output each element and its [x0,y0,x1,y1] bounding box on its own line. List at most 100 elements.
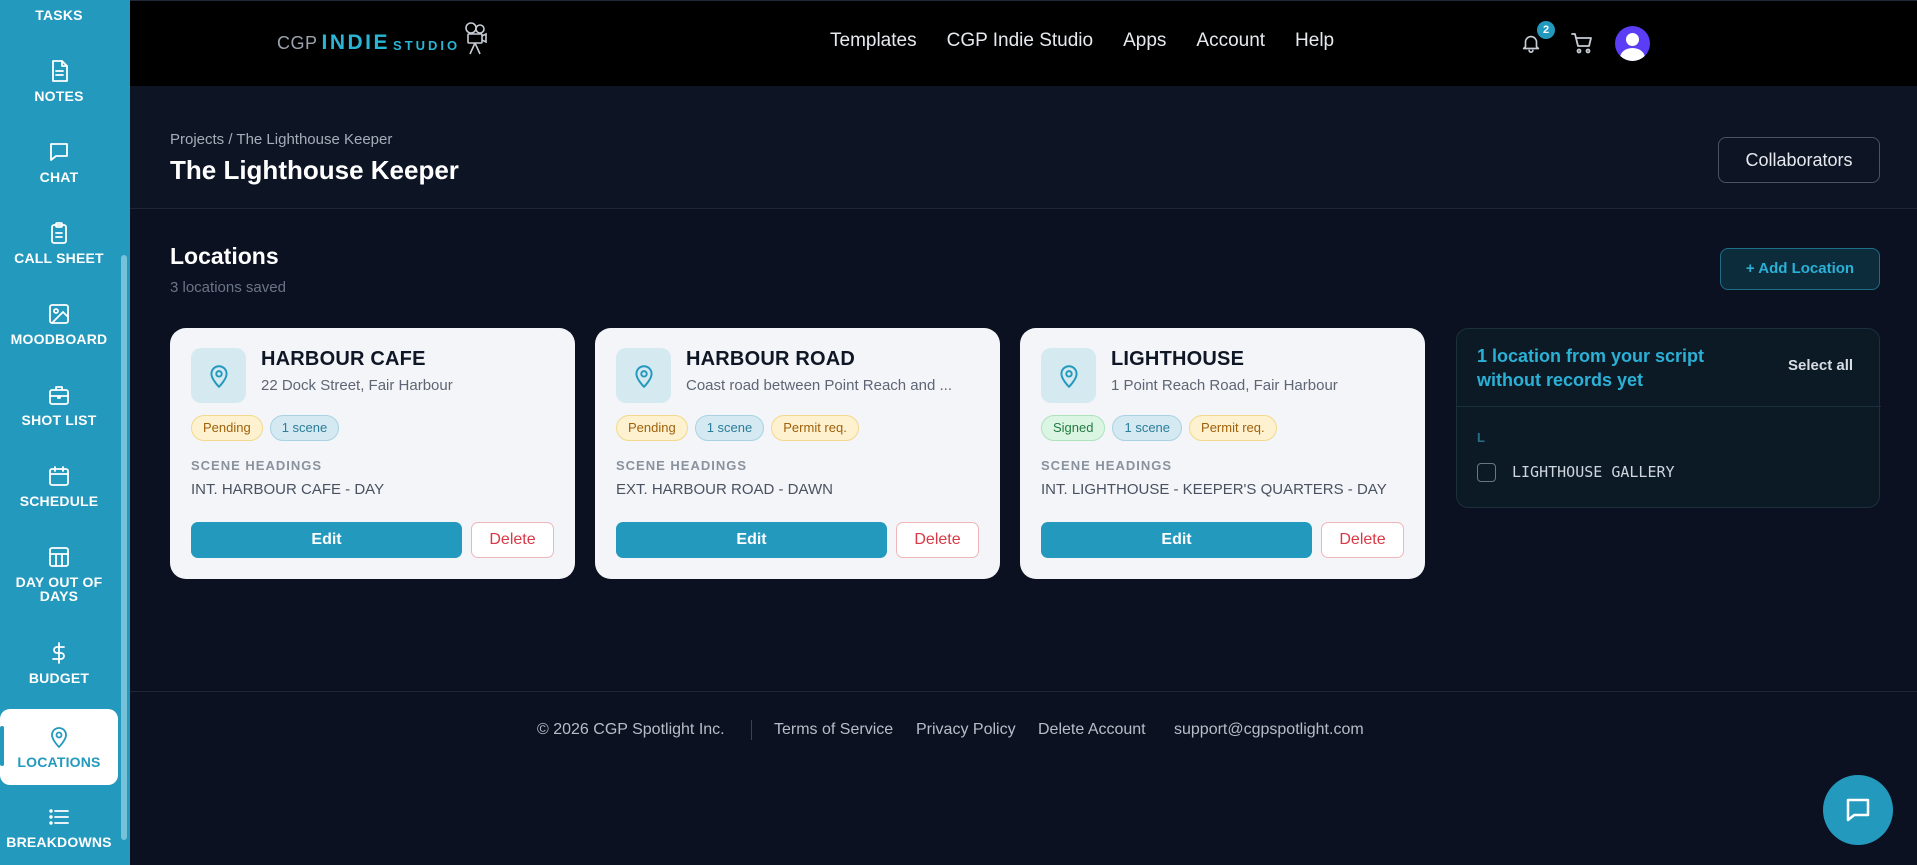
sidebar-item-label: MOODBOARD [10,331,108,347]
script-locations-panel: 1 location from your script without reco… [1456,328,1881,508]
scene-count-badge: 1 scene [694,415,765,441]
page-title: The Lighthouse Keeper [170,155,459,185]
location-card: HARBOUR CAFE 22 Dock Street, Fair Harbou… [170,328,575,579]
sidebar-item-label: SCHEDULE [19,493,99,509]
nav-links: Templates CGP Indie Studio Apps Account … [830,30,1364,52]
scene-heading: EXT. HARBOUR ROAD - DAWN [616,481,833,498]
calendar-icon [49,466,69,486]
divider [1457,406,1881,407]
sidebar: TASKS NOTES CHAT CALL SHEET MOODBOARD SH… [0,0,130,865]
sidebar-item-label: CHAT [39,169,79,185]
nav-link-templates[interactable]: Templates [830,30,917,52]
cart-button[interactable] [1570,31,1594,55]
scene-headings-label: SCENE HEADINGS [616,458,748,473]
avatar-head [1626,33,1639,46]
map-pin-icon [1059,364,1078,388]
footer-link-delete-account[interactable]: Delete Account [1038,721,1146,739]
location-checkbox[interactable] [1477,463,1496,482]
sidebar-item-notes[interactable]: NOTES [0,59,118,103]
briefcase-icon [49,386,69,405]
notification-badge: 2 [1537,21,1555,39]
section-subtitle: 3 locations saved [170,279,286,296]
chat-support-button[interactable] [1823,775,1893,845]
script-location-item[interactable]: LIGHTHOUSE GALLERY [1512,463,1675,481]
location-card-icon [191,348,246,403]
sidebar-item-label: DAY OUT OF DAYS [15,574,103,604]
nav-link-help[interactable]: Help [1295,30,1334,52]
sidebar-item-label: TASKS [35,7,83,23]
edit-button[interactable]: Edit [616,522,887,558]
location-name: LIGHTHOUSE [1111,348,1245,370]
scene-count-badge: 1 scene [1112,415,1183,441]
status-badge: Pending [616,415,688,441]
dollar-icon [52,642,65,664]
tag-list: Pending 1 scene Permit req. [616,415,859,441]
collaborators-button[interactable]: Collaborators [1718,137,1880,183]
tag-list: Pending 1 scene [191,415,340,441]
logo-cgp: CGP [277,32,318,53]
nav-link-apps[interactable]: Apps [1123,30,1166,52]
group-letter: L [1477,430,1485,445]
sidebar-item-call-sheet[interactable]: CALL SHEET [0,221,118,265]
sidebar-item-moodboard[interactable]: MOODBOARD [0,302,118,346]
location-address: 22 Dock Street, Fair Harbour [261,377,453,394]
permit-badge: Permit req. [1189,415,1277,441]
scene-headings-label: SCENE HEADINGS [1041,458,1173,473]
document-icon [52,60,68,82]
delete-button[interactable]: Delete [896,522,979,558]
sidebar-item-chat[interactable]: CHAT [0,140,118,184]
list-icon [49,809,69,825]
scene-headings-label: SCENE HEADINGS [191,458,323,473]
script-panel-title: 1 location from your script without reco… [1477,346,1705,390]
sidebar-item-budget[interactable]: BUDGET [0,641,118,685]
nav-link-cgp-indie-studio[interactable]: CGP Indie Studio [947,30,1093,52]
footer-divider [130,691,1917,692]
location-card: HARBOUR ROAD Coast road between Point Re… [595,328,1000,579]
map-pin-icon [209,364,228,388]
sidebar-item-schedule[interactable]: SCHEDULE [0,464,118,508]
edit-button[interactable]: Edit [1041,522,1312,558]
status-badge: Signed [1041,415,1106,441]
sidebar-item-shot-list[interactable]: SHOT LIST [0,383,118,427]
location-card: LIGHTHOUSE 1 Point Reach Road, Fair Harb… [1020,328,1425,579]
chat-bubble-icon [1846,798,1870,822]
scene-heading: INT. LIGHTHOUSE - KEEPER'S QUARTERS - DA… [1041,481,1387,498]
film-camera-icon [465,22,487,55]
footer-link-privacy[interactable]: Privacy Policy [916,721,1016,739]
map-pin-icon [634,364,653,388]
footer-link-support-email[interactable]: support@cgpspotlight.com [1174,721,1364,739]
sidebar-item-breakdowns[interactable]: BREAKDOWNS [0,805,118,849]
sidebar-item-label: SHOT LIST [21,412,97,428]
scene-count-badge: 1 scene [269,415,340,441]
map-pin-icon [51,727,67,748]
sidebar-scrollbar-thumb[interactable] [121,255,127,840]
location-address: 1 Point Reach Road, Fair Harbour [1111,377,1338,394]
permit-badge: Permit req. [771,415,859,441]
cart-icon [1571,33,1592,54]
scene-heading: INT. HARBOUR CAFE - DAY [191,481,385,498]
sidebar-item-tasks[interactable]: TASKS [0,6,118,22]
sidebar-item-day-out-of-days[interactable]: DAY OUT OF DAYS [0,545,118,603]
sidebar-item-label: NOTES [34,88,84,104]
sidebar-item-label: BUDGET [28,670,90,686]
breadcrumb[interactable]: Projects / The Lighthouse Keeper [170,131,392,148]
location-address: Coast road between Point Reach and ... [686,377,953,394]
add-location-button[interactable]: + Add Location [1720,248,1880,290]
footer-link-terms[interactable]: Terms of Service [774,721,893,739]
logo[interactable]: CGP INDIE STUDIO [277,22,488,63]
tag-list: Signed 1 scene Permit req. [1041,415,1277,441]
avatar[interactable] [1615,26,1650,61]
active-indicator [0,726,4,766]
sidebar-item-label: CALL SHEET [14,250,104,266]
sidebar-item-locations[interactable]: LOCATIONS [0,709,118,785]
delete-button[interactable]: Delete [471,522,554,558]
logo-studio: STUDIO [393,38,461,53]
nav-link-account[interactable]: Account [1196,30,1265,52]
footer-separator [751,720,752,740]
image-icon [49,304,69,324]
select-all-button[interactable]: Select all [1788,357,1853,374]
footer-copyright: © 2026 CGP Spotlight Inc. [537,721,725,738]
sidebar-item-label: LOCATIONS [17,754,101,770]
edit-button[interactable]: Edit [191,522,462,558]
delete-button[interactable]: Delete [1321,522,1404,558]
